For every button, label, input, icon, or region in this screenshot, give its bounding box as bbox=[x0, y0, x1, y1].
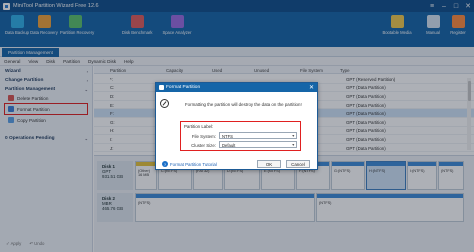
warning-message: Formatting the partition will destroy th… bbox=[185, 102, 302, 107]
cluster-size-row: Cluster Size: Default ▼ bbox=[191, 141, 297, 148]
format-icon bbox=[159, 85, 164, 90]
help-icon: ? bbox=[162, 161, 168, 167]
warning-icon bbox=[160, 99, 169, 108]
partition-label-label: Partition Label: bbox=[184, 124, 214, 129]
format-partition-dialog: Format Partition ✕ Formatting the partit… bbox=[155, 82, 318, 170]
format-options-group: Partition Label: File System: NTFS ▼ Clu… bbox=[180, 121, 301, 151]
file-system-row: File System: NTFS ▼ bbox=[191, 132, 297, 139]
dialog-title: Format Partition bbox=[166, 85, 201, 90]
format-tutorial-link[interactable]: ? Format Partition Tutorial bbox=[162, 161, 217, 167]
ok-button[interactable]: OK bbox=[257, 160, 281, 168]
close-icon[interactable]: ✕ bbox=[309, 84, 314, 91]
file-system-select[interactable]: NTFS ▼ bbox=[219, 132, 297, 139]
chevron-down-icon: ▼ bbox=[291, 134, 295, 138]
chevron-down-icon: ▼ bbox=[291, 143, 295, 147]
cluster-size-select[interactable]: Default ▼ bbox=[219, 141, 297, 148]
cancel-button[interactable]: Cancel bbox=[286, 160, 310, 168]
dialog-title-bar: Format Partition ✕ bbox=[156, 83, 317, 92]
